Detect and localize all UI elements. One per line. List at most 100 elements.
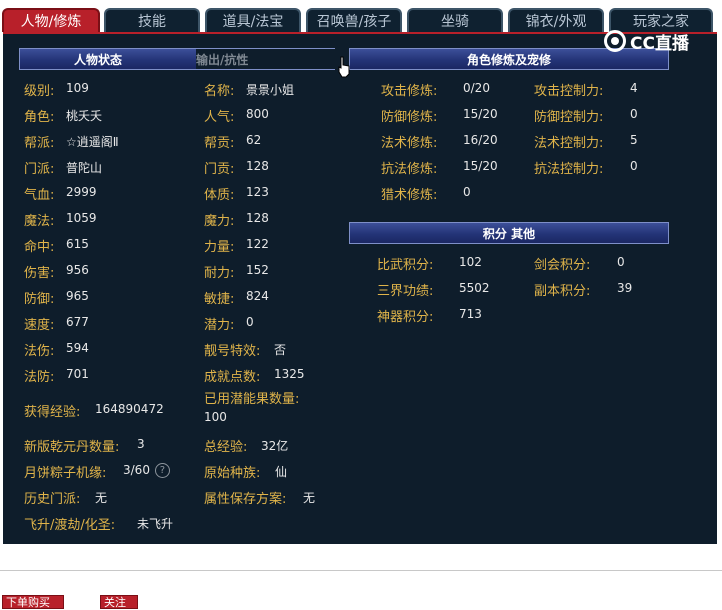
control-label: 法术控制力:: [534, 136, 604, 151]
tab-mount[interactable]: 坐骑: [407, 8, 503, 32]
tab-character[interactable]: 人物/修炼: [2, 8, 100, 32]
points-label: 剑会积分:: [534, 258, 591, 273]
stat-label: 潜力:: [204, 318, 235, 333]
fly-label: 飞升/渡劫/化圣:: [24, 518, 116, 533]
stat-label: 耐力:: [204, 266, 235, 281]
help-icon[interactable]: ?: [154, 463, 170, 478]
stat-label: 人气:: [204, 110, 235, 125]
control-value: 0: [630, 107, 638, 121]
stat-value: 109: [66, 81, 89, 95]
follow-button[interactable]: 关注: [100, 595, 138, 609]
cultivation-label: 抗法修炼:: [381, 162, 438, 177]
stat-label: 靓号特效:: [204, 344, 261, 359]
total-exp-label: 总经验:: [204, 440, 248, 455]
race-label: 原始种族:: [204, 466, 261, 481]
stat-label: 伤害:: [24, 266, 55, 281]
stat-value: 594: [66, 341, 89, 355]
stat-value: 965: [66, 289, 89, 303]
total-exp-value: 32亿: [261, 439, 289, 453]
stat-label: 角色:: [24, 110, 55, 125]
control-label: 抗法控制力:: [534, 162, 604, 177]
points-value: 0: [617, 255, 625, 269]
pill-value: 3: [137, 437, 145, 451]
cultivation-label: 攻击修炼:: [381, 84, 438, 99]
zongzi-label: 月饼粽子机缘:: [24, 466, 107, 481]
history-label: 历史门派:: [24, 492, 81, 507]
points-value: 39: [617, 281, 633, 295]
stat-label: 级别:: [24, 84, 55, 99]
stat-label: 体质:: [204, 188, 235, 203]
mouse-hand-cursor-icon: [338, 56, 350, 78]
character-status-header: 人物状态 输出/抗性: [19, 48, 352, 71]
control-value: 4: [630, 81, 638, 95]
points-header: 积分 其他: [349, 222, 669, 244]
stat-label: 帮派:: [24, 136, 55, 151]
cultivation-value: 16/20: [463, 133, 498, 147]
stat-value: 615: [66, 237, 89, 251]
stat-label: 门派:: [24, 162, 55, 177]
points-value: 5502: [459, 281, 490, 295]
stat-value: 桃夭夭: [66, 109, 103, 123]
points-label: 副本积分:: [534, 284, 591, 299]
stat-value: 677: [66, 315, 89, 329]
points-value: 713: [459, 307, 482, 321]
cultivation-label: 法术修炼:: [381, 136, 438, 151]
stat-value: 0: [246, 315, 254, 329]
stat-label: 门贡:: [204, 162, 235, 177]
character-panel: 人物状态 输出/抗性 角色修炼及宠修 级别: 109 角色: 桃夭夭 帮派: ☆逍遥阁Ⅱ 门…: [3, 32, 717, 544]
zongzi-value: 3/60?: [123, 463, 170, 478]
stat-value: 824: [246, 289, 269, 303]
stat-value: 景景小姐: [246, 83, 295, 97]
stat-label: 防御:: [24, 292, 55, 307]
cultivation-value: 0/20: [463, 81, 490, 95]
buy-button[interactable]: 下单购买: [2, 595, 64, 609]
control-value: 0: [630, 159, 638, 173]
stat-value: 122: [246, 237, 269, 251]
stat-label: 法伤:: [24, 344, 55, 359]
stat-label: 魔法:: [24, 214, 55, 229]
footer-divider: [0, 570, 722, 571]
stat-value: ☆逍遥阁Ⅱ: [66, 135, 119, 149]
stat-label: 敏捷:: [204, 292, 235, 307]
stat-value: 1059: [66, 211, 97, 225]
attr-plan-value: 无: [303, 491, 316, 505]
stat-value: 否: [274, 343, 287, 357]
stat-label: 力量:: [204, 240, 235, 255]
points-label: 神器积分:: [377, 310, 434, 325]
control-value: 5: [630, 133, 638, 147]
history-value: 无: [95, 491, 108, 505]
cc-logo-text: CC直播: [630, 33, 689, 54]
cultivation-label: 防御修炼:: [381, 110, 438, 125]
tab-output-resist[interactable]: 输出/抗性: [196, 49, 352, 69]
cultivation-value: 0: [463, 185, 471, 199]
tab-pets[interactable]: 召唤兽/孩子: [306, 8, 402, 32]
stat-label: 魔力:: [204, 214, 235, 229]
stat-label: 命中:: [24, 240, 55, 255]
tab-character-status[interactable]: 人物状态: [20, 49, 176, 71]
points-value: 102: [459, 255, 482, 269]
stat-value: 1325: [274, 367, 305, 381]
cc-logo-icon: [604, 30, 626, 52]
exp-value: 164890472: [95, 402, 164, 416]
stat-value: 800: [246, 107, 269, 121]
stat-label: 名称:: [204, 84, 235, 99]
stat-value: 956: [66, 263, 89, 277]
stat-value: 128: [246, 211, 269, 225]
control-label: 防御控制力:: [534, 110, 604, 125]
cultivation-value: 15/20: [463, 107, 498, 121]
potion-value: 100: [204, 410, 227, 424]
stat-value: 701: [66, 367, 89, 381]
cc-live-watermark: CC直播: [604, 28, 689, 54]
stat-label: 帮贡:: [204, 136, 235, 151]
stat-value: 62: [246, 133, 262, 147]
tab-items[interactable]: 道具/法宝: [205, 8, 301, 32]
cultivation-value: 15/20: [463, 159, 498, 173]
tab-skills[interactable]: 技能: [104, 8, 200, 32]
tab-outfit[interactable]: 锦衣/外观: [508, 8, 604, 32]
stat-value: 152: [246, 263, 269, 277]
stat-label: 速度:: [24, 318, 55, 333]
attr-plan-label: 属性保存方案:: [204, 492, 287, 507]
points-label: 三界功绩:: [377, 284, 434, 299]
race-value: 仙: [275, 465, 288, 479]
cultivation-label: 猎术修炼:: [381, 188, 438, 203]
